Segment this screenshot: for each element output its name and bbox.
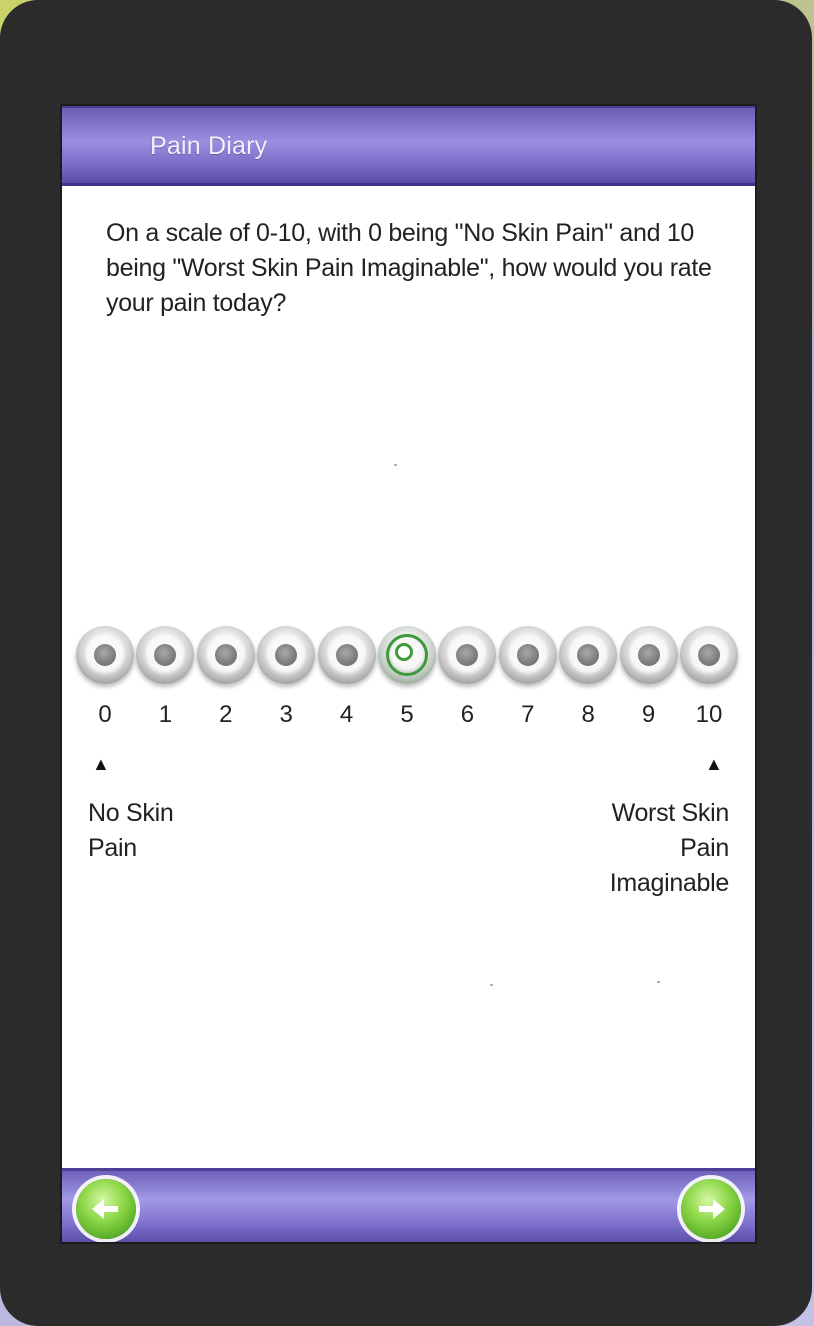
low-arrow-icon: ▲ [92,754,110,774]
high-anchor-label: Worst Skin Pain Imaginable [609,796,730,901]
next-button[interactable] [681,1179,741,1239]
rating-radio-7[interactable] [498,626,557,684]
radio-center [637,644,660,666]
question-text: On a scale of 0-10, with 0 being "No Ski… [106,219,712,317]
back-button[interactable] [76,1179,136,1239]
rating-label-9: 9 [641,701,656,728]
rating-label-0: 0 [98,701,112,728]
arrow-right-icon [699,1199,725,1219]
app-header: Pain Diary [62,106,755,186]
rating-radio-10[interactable] [680,626,738,684]
rating-radio-4[interactable] [317,626,376,684]
rating-radio-5[interactable] [378,626,436,684]
rating-label-3: 3 [279,701,293,728]
radio-center [335,644,358,666]
rating-radio-6[interactable] [438,626,497,684]
high-anchor-line: Worst Skin [611,799,730,827]
radio-center [94,644,116,666]
app-title: Pain Diary [150,132,268,160]
rating-label-2: 2 [219,701,233,728]
rating-label-4: 4 [339,701,354,728]
high-anchor-line: Imaginable [609,869,730,897]
rating-radio-2[interactable] [196,626,255,684]
decorative-dot [394,464,397,466]
low-anchor-line: Pain [88,834,137,862]
app-screen: Pain Diary On a scale of 0-10, with 0 be… [60,104,757,1244]
rating-label-10: 10 [695,701,723,728]
high-anchor-line: Pain [680,834,729,862]
radio-center [395,643,413,661]
rating-radio-9[interactable] [619,626,678,684]
rating-radio-1[interactable] [136,626,195,684]
rating-label-5: 5 [400,701,414,728]
low-anchor-label: No Skin Pain [88,796,174,866]
low-anchor-line: No Skin [88,799,174,827]
rating-label-1: 1 [158,701,173,728]
rating-label-7: 7 [521,701,535,728]
navigation-footer [62,1168,755,1242]
rating-radio-0[interactable] [76,626,134,684]
high-arrow-icon: ▲ [705,754,723,774]
radio-center [516,644,539,666]
decorative-dot [490,984,493,986]
rating-label-6: 6 [460,701,475,728]
radio-center [698,644,720,666]
arrow-left-icon [92,1199,118,1219]
rating-label-8: 8 [581,701,595,728]
rating-radio-3[interactable] [257,626,316,684]
decorative-dot [657,981,660,983]
radio-center [214,644,237,666]
pain-rating-scale: 0 1 2 3 4 5 6 7 8 9 10 [76,626,742,728]
rating-radio-8[interactable] [559,626,618,684]
